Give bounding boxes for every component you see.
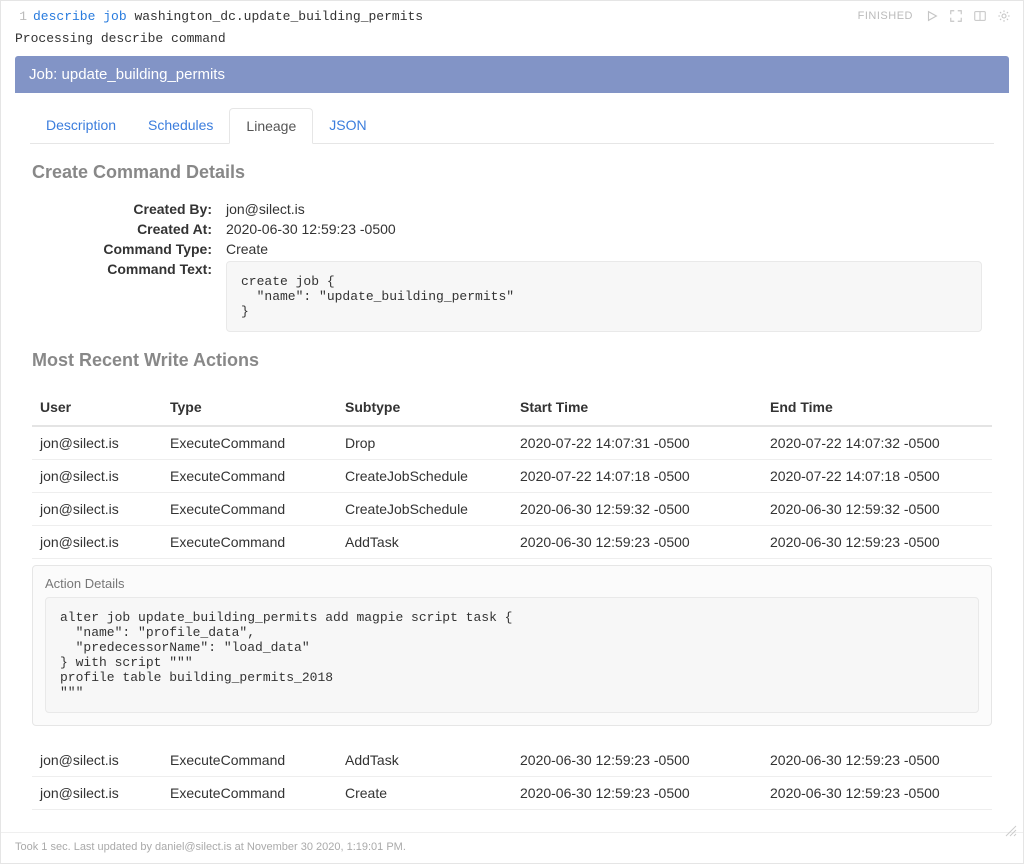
cell-user: jon@silect.is [32,493,162,526]
actions-table: User Type Subtype Start Time End Time jo… [32,389,992,559]
cell-footer: Took 1 sec. Last updated by daniel@silec… [1,832,1023,863]
cell-end: 2020-06-30 12:59:23 -0500 [762,526,992,559]
cell-type: ExecuteCommand [162,493,337,526]
col-start: Start Time [512,389,762,426]
cell-subtype: CreateJobSchedule [337,460,512,493]
action-details-title: Action Details [33,566,991,597]
create-command-details-title: Create Command Details [32,162,992,183]
cell-type: ExecuteCommand [162,426,337,460]
cell-end: 2020-07-22 14:07:18 -0500 [762,460,992,493]
col-subtype: Subtype [337,389,512,426]
cell-type: ExecuteCommand [162,744,337,777]
cell-start: 2020-06-30 12:59:23 -0500 [512,526,762,559]
table-row[interactable]: jon@silect.isExecuteCommandAddTask2020-0… [32,744,992,777]
label-created-at: Created At: [62,221,212,237]
book-icon[interactable] [971,7,989,25]
command-arg: washington_dc.update_building_permits [134,9,423,24]
output-panel: Job: update_building_permits Description… [1,56,1023,826]
cell-end: 2020-07-22 14:07:32 -0500 [762,426,992,460]
cell-toolbar: FINISHED [858,7,1013,25]
gear-icon[interactable] [995,7,1013,25]
command-text-code: create job { "name": "update_building_pe… [226,261,982,332]
action-details-block: Action Details alter job update_building… [32,565,992,726]
label-command-type: Command Type: [62,241,212,257]
col-type: Type [162,389,337,426]
cell-type: ExecuteCommand [162,526,337,559]
cell-start: 2020-07-22 14:07:31 -0500 [512,426,762,460]
table-row[interactable]: jon@silect.isExecuteCommandCreateJobSche… [32,493,992,526]
actions-table-continued: jon@silect.isExecuteCommandAddTask2020-0… [32,744,992,810]
processing-output: Processing describe command [1,27,1023,56]
keyword-job: job [103,9,126,24]
table-row[interactable]: jon@silect.isExecuteCommandDrop2020-07-2… [32,426,992,460]
tab-json[interactable]: JSON [313,108,382,144]
value-created-by: jon@silect.is [226,201,982,217]
value-command-type: Create [226,241,982,257]
job-title-bar: Job: update_building_permits [15,56,1009,93]
col-end: End Time [762,389,992,426]
cell-subtype: AddTask [337,526,512,559]
cell-end: 2020-06-30 12:59:32 -0500 [762,493,992,526]
expand-icon[interactable] [947,7,965,25]
cell-type: ExecuteCommand [162,460,337,493]
notebook-cell: 1 describe job washington_dc.update_buil… [0,0,1024,864]
table-row[interactable]: jon@silect.isExecuteCommandCreateJobSche… [32,460,992,493]
tab-schedules[interactable]: Schedules [132,108,229,144]
cell-start: 2020-06-30 12:59:32 -0500 [512,493,762,526]
cell-subtype: AddTask [337,744,512,777]
tabs: Description Schedules Lineage JSON [30,107,994,144]
cell-user: jon@silect.is [32,460,162,493]
command-input[interactable]: describe job washington_dc.update_buildi… [33,9,858,24]
cell-subtype: Create [337,777,512,810]
col-user: User [32,389,162,426]
value-created-at: 2020-06-30 12:59:23 -0500 [226,221,982,237]
cell-user: jon@silect.is [32,744,162,777]
label-command-text: Command Text: [62,261,212,332]
table-row[interactable]: jon@silect.isExecuteCommandAddTask2020-0… [32,526,992,559]
cell-subtype: Drop [337,426,512,460]
keyword-describe: describe [33,9,95,24]
cell-end: 2020-06-30 12:59:23 -0500 [762,777,992,810]
cell-subtype: CreateJobSchedule [337,493,512,526]
table-header-row: User Type Subtype Start Time End Time [32,389,992,426]
line-number: 1 [9,9,33,24]
cell-start: 2020-07-22 14:07:18 -0500 [512,460,762,493]
recent-actions-title: Most Recent Write Actions [32,350,992,371]
tab-lineage[interactable]: Lineage [229,108,313,144]
cell-end: 2020-06-30 12:59:23 -0500 [762,744,992,777]
cell-user: jon@silect.is [32,426,162,460]
cell-user: jon@silect.is [32,777,162,810]
cell-type: ExecuteCommand [162,777,337,810]
cell-header: 1 describe job washington_dc.update_buil… [1,1,1023,27]
run-icon[interactable] [923,7,941,25]
resize-handle-icon[interactable] [1005,825,1017,837]
action-details-code: alter job update_building_permits add ma… [45,597,979,713]
cell-start: 2020-06-30 12:59:23 -0500 [512,744,762,777]
table-row[interactable]: jon@silect.isExecuteCommandCreate2020-06… [32,777,992,810]
command-details: Created By: jon@silect.is Created At: 20… [62,201,982,332]
status-badge: FINISHED [858,10,913,22]
tab-description[interactable]: Description [30,108,132,144]
cell-start: 2020-06-30 12:59:23 -0500 [512,777,762,810]
label-created-by: Created By: [62,201,212,217]
cell-user: jon@silect.is [32,526,162,559]
